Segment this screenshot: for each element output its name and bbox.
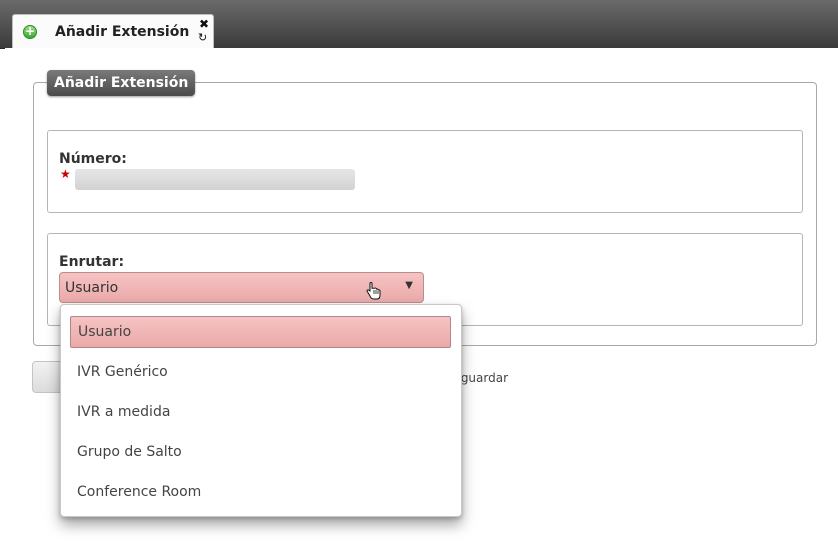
- reload-icon[interactable]: ↻: [198, 32, 207, 43]
- hand-cursor-icon: [366, 282, 381, 300]
- enrutar-dropdown-list: Usuario IVR Genérico IVR a medida Grupo …: [60, 304, 462, 517]
- dropdown-option[interactable]: IVR a medida: [77, 404, 170, 420]
- dropdown-option[interactable]: Grupo de Salto: [77, 444, 182, 460]
- chevron-down-icon: ▼: [405, 280, 413, 291]
- numero-field-group: Número: ★: [47, 130, 803, 213]
- dropdown-option[interactable]: IVR Genérico: [77, 364, 168, 380]
- close-icon[interactable]: ✖: [199, 18, 209, 30]
- add-icon: +: [23, 24, 37, 39]
- required-icon: ★: [60, 167, 71, 181]
- enrutar-label: Enrutar:: [59, 254, 125, 270]
- form-legend: Añadir Extensión: [47, 70, 196, 96]
- tab-bar: + Añadir Extensión ✖ ↻: [0, 0, 838, 49]
- numero-label: Número:: [59, 151, 127, 167]
- tab-title: Añadir Extensión: [55, 24, 190, 40]
- tab-anadir-extension[interactable]: + Añadir Extensión ✖ ↻: [12, 14, 214, 48]
- numero-input[interactable]: [75, 169, 355, 190]
- dropdown-option[interactable]: Usuario: [70, 316, 451, 348]
- dropdown-option[interactable]: Conference Room: [77, 484, 201, 500]
- enrutar-selected-value: Usuario: [65, 280, 119, 296]
